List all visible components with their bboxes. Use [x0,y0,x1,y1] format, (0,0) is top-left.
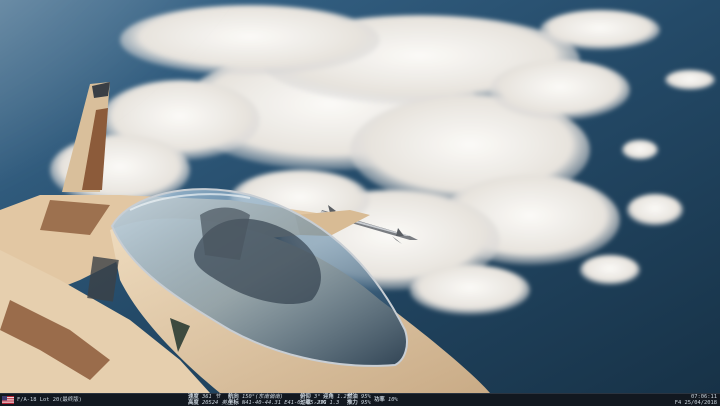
power-label: 功率 [374,397,385,403]
alt-label: 高度 [188,400,199,406]
speed-alt-readout: 速度 361 节 高度 20524 英尺 [188,394,232,406]
date-value: F4 25/04/2018 [674,400,717,406]
aircraft-name: F/A-18 Lot 20(最终版) [17,397,82,403]
aoa-readout: 迎角 1.2° G 1.3 [323,394,350,406]
coord-label: 坐标 [228,400,239,406]
gforce-value: 1.3 [329,400,340,406]
fuel-readout: 燃油 95% 推力 95% [347,394,371,406]
gload-label: 过载 [300,400,311,406]
thrust-label: 推力 [347,400,358,406]
clock: 07:06:11 F4 25/04/2018 [675,394,717,406]
status-bar: F/A-18 Lot 20(最终版) 速度 361 节 高度 20524 英尺 … [0,393,720,406]
gforce-label: G [323,400,327,406]
us-flag-icon [2,396,14,404]
thrust-value: 95% [361,400,371,406]
game-viewport [0,0,720,393]
power-readout: 功率 10% [374,397,398,403]
power-value: 10% [388,397,398,403]
